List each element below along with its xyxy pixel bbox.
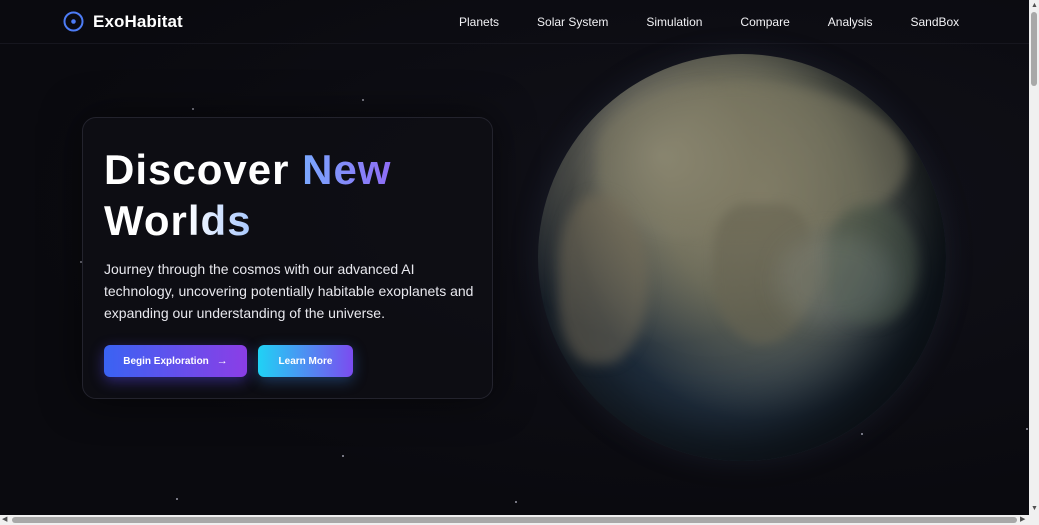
globe-landmass — [558, 194, 648, 364]
nav-link-simulation[interactable]: Simulation — [627, 14, 721, 30]
nav-link-solar-system[interactable]: Solar System — [518, 14, 627, 30]
hero-description: Journey through the cosmos with our adva… — [104, 261, 474, 321]
star — [176, 498, 178, 500]
learn-more-button[interactable]: Learn More — [258, 345, 353, 377]
nav-link-planets[interactable]: Planets — [440, 14, 518, 30]
learn-more-label: Learn More — [278, 355, 333, 367]
star — [861, 433, 863, 435]
star — [192, 108, 194, 110]
hero-title-word-worlds: Worlds — [104, 197, 252, 244]
scroll-up-arrow-icon[interactable]: ▲ — [1031, 2, 1038, 10]
hero-title-word-new: New — [302, 146, 392, 193]
begin-exploration-label: Begin Exploration — [123, 355, 209, 367]
nav-link-compare[interactable]: Compare — [721, 14, 808, 30]
hero-title-word-discover: Discover — [104, 146, 290, 193]
scroll-right-arrow-icon[interactable]: ▶ — [1020, 516, 1025, 524]
scrollbar-corner — [1029, 515, 1039, 525]
star — [362, 99, 364, 101]
star — [515, 501, 517, 503]
star — [1026, 428, 1028, 430]
vertical-scrollbar[interactable]: ▲ ▼ — [1029, 0, 1039, 515]
nav-link-sandbox[interactable]: SandBox — [891, 14, 978, 30]
brand[interactable]: ExoHabitat — [63, 11, 183, 32]
arrow-right-icon: → — [216, 355, 228, 367]
begin-exploration-button[interactable]: Begin Exploration → — [104, 345, 247, 377]
globe-cloud-glare — [778, 234, 898, 324]
hero-card: Discover New Worlds Journey through the … — [82, 117, 493, 399]
main-nav: Planets Solar System Simulation Compare … — [440, 14, 978, 30]
orbit-logo-icon — [63, 11, 84, 32]
top-navigation-bar: ExoHabitat Planets Solar System Simulati… — [0, 0, 1029, 44]
brand-name: ExoHabitat — [93, 11, 183, 31]
scroll-left-arrow-icon[interactable]: ◀ — [2, 516, 7, 524]
page-viewport: ExoHabitat Planets Solar System Simulati… — [0, 0, 1029, 515]
earth-globe-image — [538, 54, 946, 461]
scroll-down-arrow-icon[interactable]: ▼ — [1031, 505, 1038, 513]
hero-title: Discover New Worlds — [104, 144, 484, 246]
nav-link-analysis[interactable]: Analysis — [809, 14, 892, 30]
vertical-scrollbar-thumb[interactable] — [1031, 12, 1037, 86]
horizontal-scrollbar[interactable]: ◀ ▶ — [0, 515, 1029, 525]
horizontal-scrollbar-thumb[interactable] — [12, 517, 1017, 523]
star — [342, 455, 344, 457]
